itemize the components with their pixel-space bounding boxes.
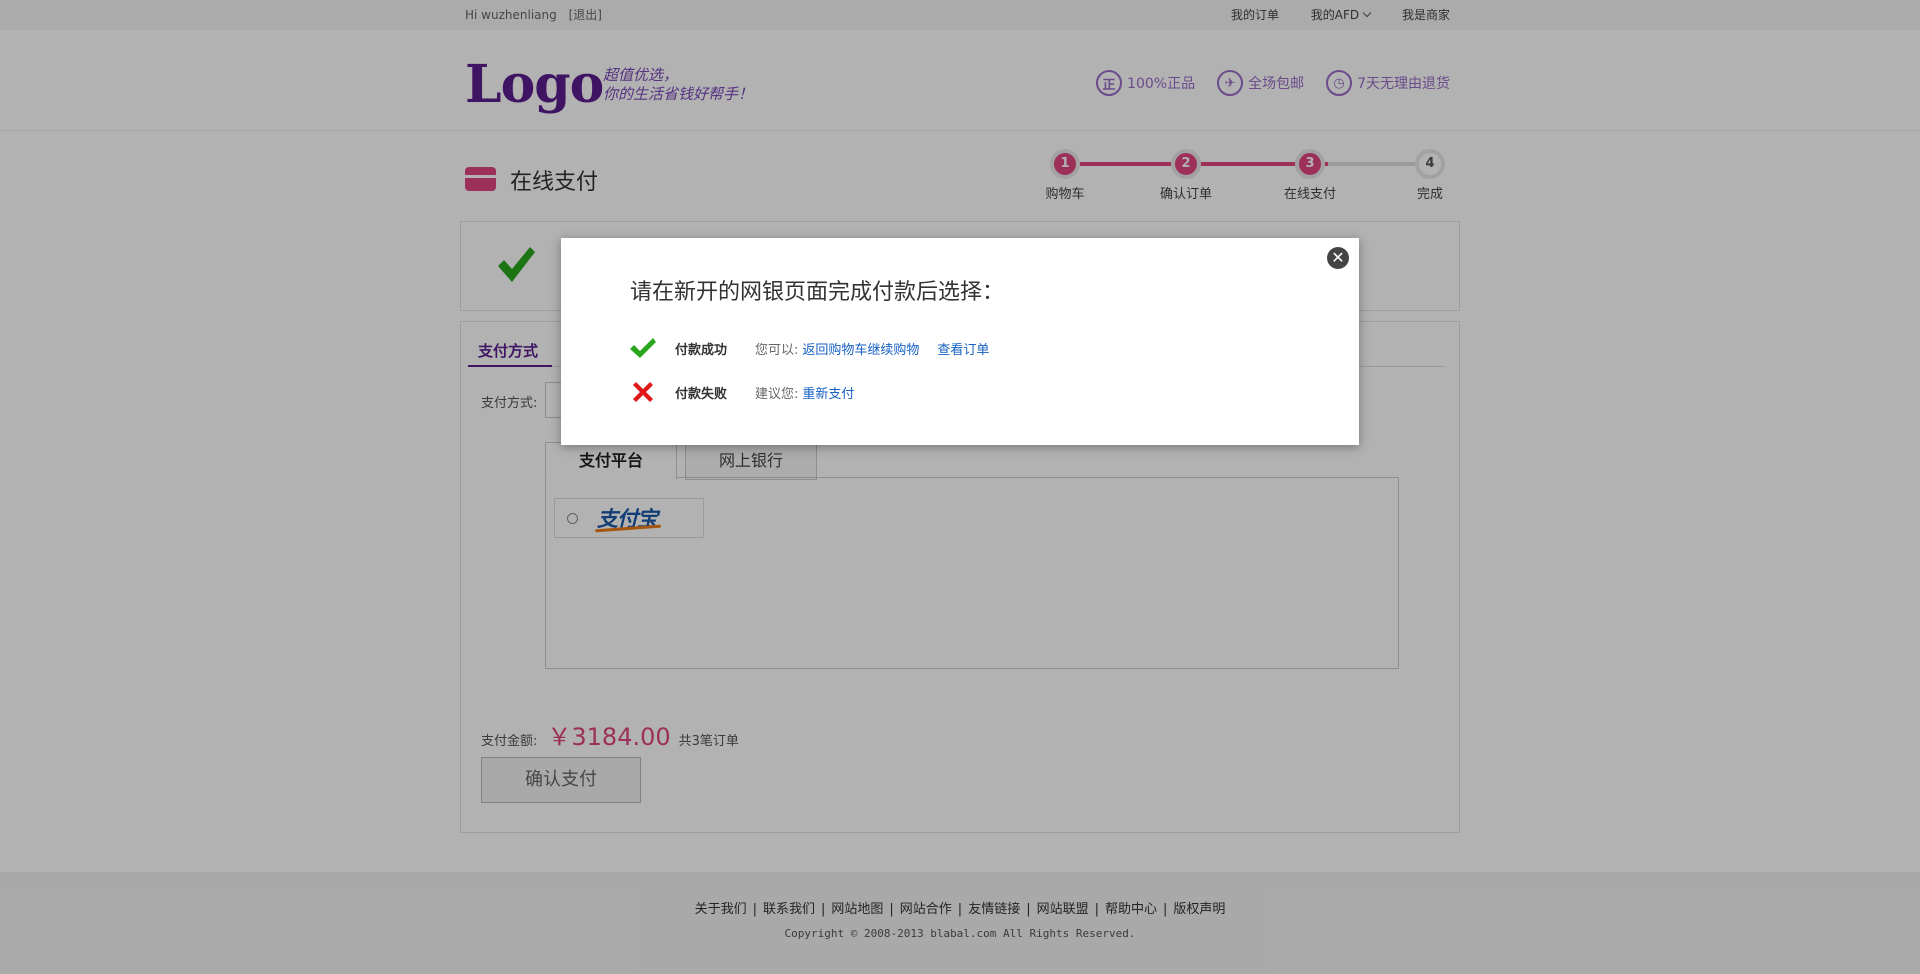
success-hint: 您可以:: [755, 342, 799, 358]
payment-result-dialog: ✕ 请在新开的网银页面完成付款后选择： 付款成功 您可以: 返回购物车继续购物 …: [561, 238, 1359, 445]
retry-payment-link[interactable]: 重新支付: [802, 383, 854, 402]
fail-x-icon: [633, 382, 653, 402]
success-check-icon: [630, 338, 656, 358]
dialog-title: 请在新开的网银页面完成付款后选择：: [630, 280, 1005, 305]
view-orders-link[interactable]: 查看订单: [937, 339, 989, 358]
fail-hint: 建议您:: [755, 386, 799, 402]
fail-status: 付款失败: [675, 386, 728, 402]
success-row: 付款成功 您可以: 返回购物车继续购物 查看订单: [629, 334, 1007, 362]
close-icon[interactable]: ✕: [1327, 247, 1349, 269]
return-to-cart-link[interactable]: 返回购物车继续购物: [802, 339, 919, 358]
modal-overlay[interactable]: [0, 0, 1920, 974]
success-status: 付款成功: [675, 342, 728, 358]
failure-row: 付款失败 建议您: 重新支付: [629, 378, 872, 406]
